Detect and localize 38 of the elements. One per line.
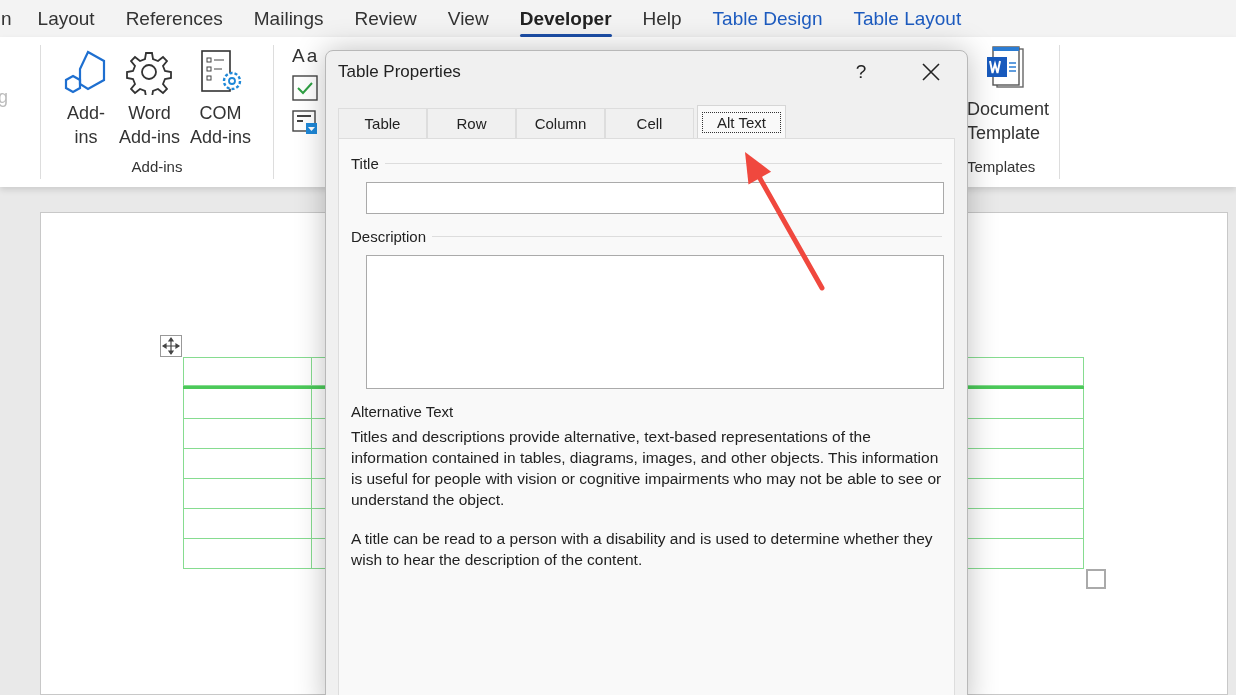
close-icon	[922, 63, 940, 81]
description-input[interactable]	[366, 255, 944, 389]
ribbon-button[interactable]: COM Add-ins	[186, 49, 256, 149]
move-handle-icon[interactable]	[160, 335, 182, 357]
ribbon-tab[interactable]: References	[125, 3, 223, 34]
ribbon-button[interactable]: Word Add-ins	[114, 49, 184, 149]
resize-handle[interactable]	[1086, 569, 1106, 589]
ribbon-tab[interactable]: Mailings	[253, 3, 324, 34]
ribbon-tab[interactable]: Table Design	[712, 3, 823, 34]
ribbon-tab[interactable]: View	[447, 3, 489, 34]
combo-box-icon	[292, 109, 318, 135]
dialog-tab[interactable]: Column	[516, 108, 605, 138]
checkbox-icon	[292, 75, 318, 101]
dialog-tab[interactable]: Cell	[605, 108, 694, 138]
document-template-button[interactable]: Document Template	[967, 45, 1054, 145]
field-label: Title	[351, 155, 379, 172]
gear-icon	[126, 49, 173, 95]
ribbon-tab[interactable]: Layout	[37, 3, 95, 34]
ribbon-tab[interactable]: n	[1, 3, 12, 34]
ribbon-button[interactable]: Aa	[292, 45, 320, 67]
group-label: Add-ins	[131, 158, 183, 177]
section-title: Alternative Text	[351, 403, 455, 420]
help-button[interactable]: ?	[841, 60, 881, 84]
ribbon-tab[interactable]: Developer	[519, 3, 612, 34]
dialog-tab[interactable]: Row	[427, 108, 516, 138]
help-paragraph: Titles and descriptions provide alternative, text-based representations of the information contained in tables, diagrams, images, and other objects. This information is useful for people with vision or cognitive impairments who may not be able to see or understand the object.	[351, 427, 943, 510]
group-label: Templates	[967, 158, 1036, 177]
dialog-tab[interactable]: Table	[338, 108, 427, 138]
dialog-title: Table Properties	[338, 62, 462, 82]
ribbon-button[interactable]: Add- ins	[58, 49, 113, 149]
field-label: Description	[351, 228, 427, 245]
ribbon-tab[interactable]: Table Layout	[853, 3, 962, 34]
ribbon-tab[interactable]: Help	[642, 3, 682, 34]
ribbon-tab[interactable]: Review	[354, 3, 417, 34]
dialog-tab[interactable]: Alt Text	[697, 105, 786, 138]
word-document-icon	[985, 45, 1025, 91]
help-paragraph: A title can be read to a person with a disability and is used to determine whether they wish to hear the description of the content.	[351, 529, 934, 570]
title-input[interactable]	[366, 182, 944, 214]
